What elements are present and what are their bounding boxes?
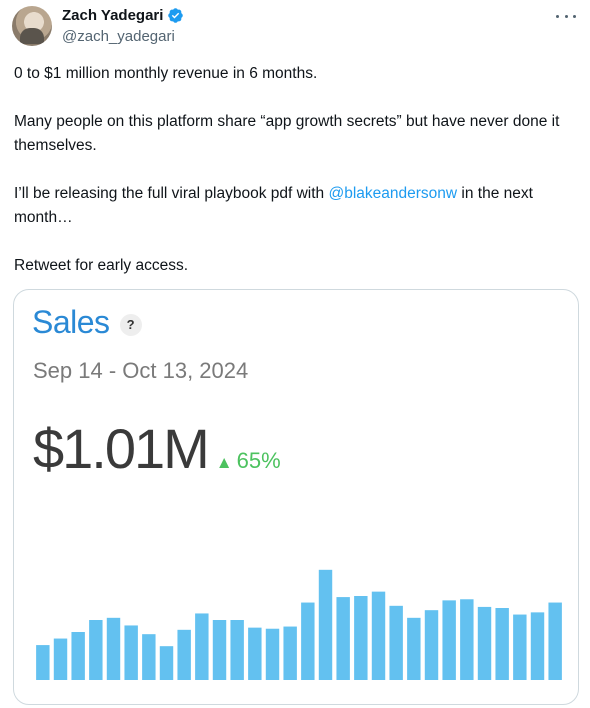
sales-bar-17 xyxy=(318,569,333,680)
tweet-line-2: Many people on this platform share “app … xyxy=(14,113,560,154)
date-range: Sep 14 - Oct 13, 2024 xyxy=(33,358,249,383)
tweet-line-3-start: I’ll be releasing the full viral playboo… xyxy=(14,185,329,202)
sales-bar-27 xyxy=(495,608,509,680)
sales-bar-19 xyxy=(354,596,368,680)
verified-badge-icon xyxy=(167,7,184,24)
change-value: 65% xyxy=(236,448,281,473)
tweet-text: 0 to $1 million monthly revenue in 6 mon… xyxy=(14,62,576,302)
tweet-line-3: I’ll be releasing the full viral playboo… xyxy=(14,182,576,230)
metric-row: $1.01M ▲ 65% xyxy=(33,416,281,481)
sales-bar-9 xyxy=(177,629,191,680)
avatar[interactable] xyxy=(12,6,52,46)
sales-bar-18 xyxy=(336,597,350,680)
sales-bar-14 xyxy=(265,628,280,680)
card-title-row: Sales ? xyxy=(32,304,142,341)
sales-bar-3 xyxy=(71,632,85,680)
sales-bar-8 xyxy=(159,646,174,680)
sales-bar-28 xyxy=(513,614,527,680)
sales-bar-15 xyxy=(283,626,297,680)
sales-bar-25 xyxy=(460,599,474,680)
sales-bar-13 xyxy=(248,627,262,680)
sales-bar-26 xyxy=(477,606,492,680)
sales-bar-1 xyxy=(36,645,50,680)
sales-bar-21 xyxy=(389,605,403,680)
sales-bar-30 xyxy=(548,602,562,680)
change-indicator: ▲ 65% xyxy=(216,448,281,474)
sales-bar-24 xyxy=(442,600,456,680)
author-name-row: Zach Yadegari xyxy=(62,7,184,24)
sales-bar-20 xyxy=(371,591,386,680)
sales-bar-22 xyxy=(407,617,421,680)
sales-bar-16 xyxy=(301,602,315,680)
up-arrow-icon: ▲ xyxy=(215,453,233,472)
sales-bar-11 xyxy=(212,620,227,680)
sales-bar-4 xyxy=(89,620,103,680)
tweet-line-4: Retweet for early access. xyxy=(14,257,189,274)
media-card[interactable]: Sales ? Sep 14 - Oct 13, 2024 $1.01M ▲ 6… xyxy=(13,289,579,705)
card-title: Sales xyxy=(32,304,110,340)
bar-chart-svg xyxy=(36,569,562,680)
sales-bar-29 xyxy=(530,612,545,680)
more-options-icon[interactable] xyxy=(556,10,576,22)
help-icon: ? xyxy=(119,313,142,336)
sales-bar-23 xyxy=(424,610,439,680)
sales-bar-7 xyxy=(142,634,156,680)
sales-bar-12 xyxy=(230,620,244,680)
author-display-name[interactable]: Zach Yadegari xyxy=(62,7,163,24)
metric-value: $1.01M xyxy=(33,417,210,480)
sales-bar-2 xyxy=(53,638,68,680)
mention-link[interactable]: @blakeandersonw xyxy=(328,185,457,202)
author-handle[interactable]: @zach_yadegari xyxy=(62,28,175,45)
sales-bar-chart xyxy=(34,560,564,680)
sales-bar-5 xyxy=(106,617,121,680)
sales-bar-10 xyxy=(195,613,209,680)
tweet-line-1: 0 to $1 million monthly revenue in 6 mon… xyxy=(14,65,318,82)
sales-bar-6 xyxy=(124,625,138,680)
